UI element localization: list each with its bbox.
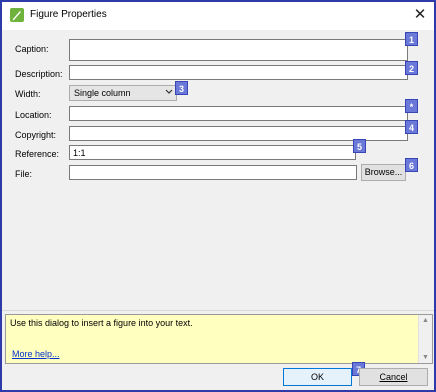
- step-badge-4: 4: [405, 120, 418, 134]
- step-badge-2: 2: [405, 61, 418, 75]
- caption-label: Caption:: [15, 44, 49, 54]
- step-badge-5: 5: [353, 139, 366, 153]
- copyright-label: Copyright:: [15, 130, 57, 140]
- chevron-down-icon: [165, 87, 173, 99]
- description-label: Description:: [15, 69, 63, 79]
- more-help-link[interactable]: More help...: [12, 349, 60, 359]
- window-title: Figure Properties: [30, 9, 107, 20]
- step-badge-6: 6: [405, 158, 418, 172]
- caption-field[interactable]: [69, 39, 408, 61]
- location-field[interactable]: [69, 106, 408, 121]
- green-leaf-pen-icon: [10, 8, 24, 22]
- width-label: Width:: [15, 89, 41, 99]
- width-select[interactable]: Single column: [69, 85, 177, 101]
- cancel-button-label: Cancel: [379, 372, 408, 382]
- reference-label: Reference:: [15, 149, 60, 159]
- help-scrollbar[interactable]: ▲ ▼: [418, 315, 432, 363]
- description-field[interactable]: [69, 65, 408, 80]
- scroll-down-icon[interactable]: ▼: [422, 354, 429, 361]
- file-label: File:: [15, 169, 33, 179]
- step-badge-3: 3: [175, 81, 188, 95]
- help-text: Use this dialog to insert a figure into …: [10, 318, 193, 328]
- ok-button[interactable]: OK: [283, 368, 352, 386]
- figure-properties-dialog: Figure Properties ✕ Caption: 1 Descripti…: [0, 0, 436, 392]
- width-select-value: Single column: [74, 88, 131, 98]
- step-badge-asterisk: *: [405, 99, 418, 113]
- step-badge-1: 1: [405, 32, 418, 46]
- browse-button[interactable]: Browse...: [361, 164, 406, 181]
- scroll-up-icon[interactable]: ▲: [422, 317, 429, 324]
- close-button[interactable]: ✕: [408, 4, 432, 26]
- close-icon: ✕: [413, 6, 427, 23]
- divider: [2, 310, 434, 311]
- help-panel: Use this dialog to insert a figure into …: [5, 314, 433, 364]
- file-field[interactable]: [69, 165, 357, 180]
- title-bar: Figure Properties ✕: [2, 2, 434, 30]
- location-label: Location:: [15, 110, 52, 120]
- cancel-button[interactable]: Cancel: [359, 368, 428, 386]
- reference-field[interactable]: [69, 145, 356, 160]
